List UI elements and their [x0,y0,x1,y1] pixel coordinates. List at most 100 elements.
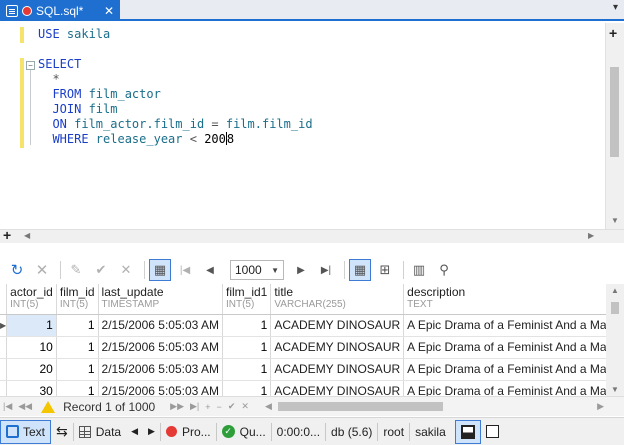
scroll-left-icon[interactable]: ◀ [265,401,272,412]
code-area[interactable]: USE sakila SELECT * FROM film_actor JOIN … [38,27,313,147]
code-line[interactable]: SELECT [38,57,313,72]
row-header[interactable] [0,358,8,381]
text-view-button[interactable]: Text [0,419,52,444]
scroll-thumb[interactable] [611,302,619,314]
results-grid[interactable]: actor_id INT(5) film_id INT(5) last_update TI… [0,284,606,396]
table-cell[interactable]: 2/15/2006 5:05:03 AM [98,358,223,381]
grid-view-icon[interactable]: ▦ [149,259,171,281]
discard-changes-icon[interactable]: ✕ [115,259,137,281]
cancel-icon[interactable]: ✕ [31,259,53,281]
code-line[interactable]: * [38,72,313,87]
table-cell[interactable]: 2/15/2006 5:05:03 AM [98,314,223,337]
table-cell[interactable]: 1 [222,358,272,381]
table-cell[interactable]: 1 [56,358,99,381]
code-line[interactable]: JOIN film [38,102,313,117]
table-cell[interactable]: ACADEMY DINOSAUR [270,336,405,359]
column-header[interactable]: last_update TIMESTAMP [98,284,223,315]
table-row[interactable]: 30 1 2/15/2006 5:05:03 AM 1 ACADEMY DINOSAUR… [0,380,606,396]
split-icon[interactable]: + [609,25,617,41]
code-line[interactable]: FROM film_actor [38,87,313,102]
table-cell[interactable]: 10 [6,336,57,359]
nav-last-icon[interactable]: ▶| [190,401,199,412]
table-row[interactable]: ▶ 1 1 2/15/2006 5:05:03 AM 1 ACADEMY DINOSAUR… [0,314,606,337]
data-prev-icon[interactable]: ◀ [126,420,143,444]
split-icon[interactable]: + [3,227,11,243]
card-layout-icon[interactable]: ⊞ [374,259,396,281]
close-tab-icon[interactable]: ✕ [104,4,114,18]
nav-next-page-icon[interactable]: ▶▶ [170,401,184,412]
row-header[interactable] [0,380,8,396]
editor-vertical-scrollbar[interactable]: + ▼ [605,23,624,229]
table-cell[interactable]: 30 [6,380,57,396]
scroll-thumb[interactable] [278,402,443,411]
switch-view-icon[interactable]: ⇆ [51,420,73,444]
apply-changes-icon[interactable]: ✔ [90,259,112,281]
table-cell[interactable]: ACADEMY DINOSAUR [270,314,405,337]
editor-horizontal-scrollbar[interactable]: + ◀ ▶ [0,227,624,243]
fold-toggle-icon[interactable]: − [26,61,35,70]
scroll-right-icon[interactable]: ▶ [588,231,594,240]
table-cell[interactable]: 1 [222,380,272,396]
previous-page-icon[interactable]: ◀ [199,259,221,281]
table-cell[interactable]: A Epic Drama of a Feminist And a Mad Sc [403,380,606,396]
code-line[interactable]: USE sakila [38,27,313,42]
grid-layout-icon[interactable]: ▦ [349,259,371,281]
query-status[interactable]: ✓ Qu... [217,420,271,444]
row-limit-select[interactable]: 1000 ▼ [230,260,284,280]
table-cell[interactable]: A Epic Drama of a Feminist And a Mad Sc [403,314,606,337]
scroll-up-icon[interactable]: ▲ [611,286,619,295]
tab-list-dropdown-icon[interactable]: ▾ [613,2,618,13]
table-cell[interactable]: 1 [56,314,99,337]
table-cell[interactable]: 1 [222,314,272,337]
table-cell[interactable]: 20 [6,358,57,381]
single-panel-button[interactable] [481,420,504,444]
table-cell[interactable]: 1 [6,314,57,337]
code-line[interactable]: ON film_actor.film_id = film.film_id [38,117,312,132]
nav-first-icon[interactable]: |◀ [3,401,12,412]
nav-cancel-icon[interactable]: ✕ [241,401,249,412]
table-cell[interactable]: ACADEMY DINOSAUR [270,358,405,381]
data-next-icon[interactable]: ▶ [143,420,160,444]
nav-previous-page-icon[interactable]: ◀◀ [18,401,32,412]
code-line[interactable] [38,42,313,57]
last-page-icon[interactable]: ▶| [315,259,337,281]
scroll-down-icon[interactable]: ▼ [611,216,619,225]
table-row[interactable]: 20 1 2/15/2006 5:05:03 AM 1 ACADEMY DINOSAUR… [0,358,606,381]
table-cell[interactable]: A Epic Drama of a Feminist And a Mad Sc [403,358,606,381]
next-page-icon[interactable]: ▶ [290,259,312,281]
table-row[interactable]: 10 1 2/15/2006 5:05:03 AM 1 ACADEMY DINOSAUR… [0,336,606,359]
code-line[interactable]: WHERE release_year < 2008 [38,132,313,147]
nav-apply-icon[interactable]: ✔ [228,401,236,412]
panel-layout-button[interactable] [454,419,481,444]
column-header[interactable]: film_id1 INT(5) [222,284,272,315]
scroll-thumb[interactable] [610,67,619,157]
table-cell[interactable]: A Epic Drama of a Feminist And a Mad Sc [403,336,606,359]
scroll-down-icon[interactable]: ▼ [611,385,619,394]
nav-remove-icon[interactable]: − [217,402,222,412]
column-header[interactable]: description TEXT [403,284,606,315]
data-view-button[interactable]: Data [74,420,126,444]
refresh-icon[interactable]: ↻ [6,259,28,281]
table-cell[interactable]: 1 [56,380,99,396]
columns-icon[interactable]: ▥ [408,259,430,281]
first-page-icon[interactable]: |◀ [174,259,196,281]
column-header[interactable]: actor_id INT(5) [6,284,57,315]
grid-horizontal-scrollbar[interactable]: ◀ ▶ [262,401,607,412]
sql-editor[interactable]: − USE sakila SELECT * FROM film_actor JOI… [0,23,624,229]
scroll-right-icon[interactable]: ▶ [597,401,604,412]
table-cell[interactable]: 2/15/2006 5:05:03 AM [98,336,223,359]
filter-search-icon[interactable]: ⚲ [433,259,455,281]
row-header[interactable] [0,336,8,359]
row-header[interactable]: ▶ [0,314,8,337]
table-cell[interactable]: 1 [222,336,272,359]
table-cell[interactable]: 2/15/2006 5:05:03 AM [98,380,223,396]
scroll-left-icon[interactable]: ◀ [24,231,30,240]
tab-sql-document[interactable]: SQL.sql* ✕ [0,0,120,21]
column-header[interactable]: film_id INT(5) [56,284,99,315]
table-cell[interactable]: ACADEMY DINOSAUR [270,380,405,396]
nav-add-icon[interactable]: + [205,402,210,412]
grid-vertical-scrollbar[interactable]: ▲ ▼ [606,284,624,396]
table-cell[interactable]: 1 [56,336,99,359]
profiler-button[interactable]: Pro... [161,420,216,444]
column-header[interactable]: title VARCHAR(255) [270,284,405,315]
